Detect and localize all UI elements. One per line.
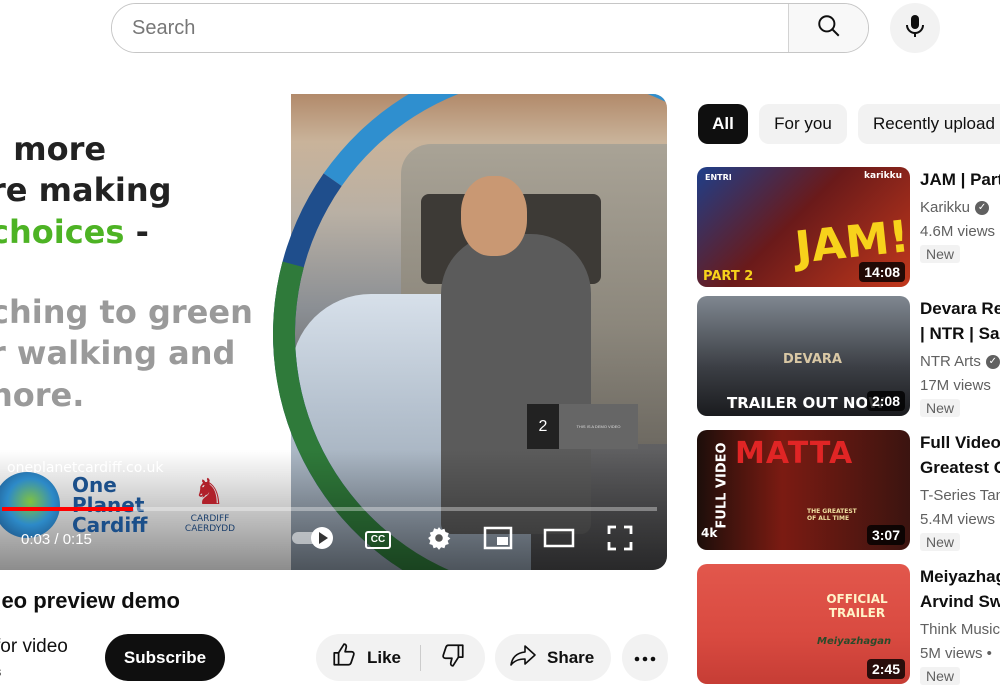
new-badge: New (920, 667, 961, 685)
fullscreen-icon (607, 525, 633, 556)
youtube-watch-page: . more re making choices - ching to gree… (0, 0, 1000, 700)
slide-line-2: re making (0, 171, 172, 209)
settings-button[interactable] (424, 524, 454, 556)
thumb-bottom-text: TRAILER OUT NOW (727, 394, 885, 412)
chip-all[interactable]: All (698, 104, 748, 144)
recommendation-item[interactable]: DEVARA TRAILER OUT NOW 2:08 Devara Re | N… (697, 296, 1000, 417)
channel-name[interactable]: for video (0, 636, 68, 658)
like-dislike-group: Like (316, 634, 485, 681)
new-badge: New (920, 399, 961, 417)
miniplayer-button[interactable] (482, 524, 514, 556)
search-input[interactable] (112, 4, 788, 52)
recommendation-views: 5.4M views (920, 511, 996, 528)
verified-icon: ✓ (975, 200, 990, 215)
duration-badge: 3:07 (866, 525, 905, 545)
dislike-button[interactable] (421, 634, 485, 681)
more-horizontal-icon (634, 649, 656, 667)
time-display: 0:03 / 0:15 (21, 531, 92, 548)
subscribe-button[interactable]: Subscribe (105, 634, 225, 681)
video-player[interactable]: . more re making choices - ching to gree… (0, 94, 667, 570)
recommendation-item[interactable]: FULL VIDEO MATTA THE GREATEST OF ALL TIM… (697, 430, 1000, 551)
theater-mode-icon (543, 528, 575, 553)
thumb-title-text: MATTA (735, 436, 854, 471)
welsh-dragon-icon: ♞ (192, 471, 226, 512)
play-icon (290, 526, 336, 555)
thumb-subtitle-text: Meiyazhagan (817, 636, 892, 647)
recommendation-thumbnail[interactable]: ENTRI karikku JAM! PART 2 14:08 (697, 167, 910, 287)
like-button[interactable]: Like (316, 634, 420, 681)
thumb-title-text: DEVARA (783, 352, 842, 367)
closed-captions-icon: CC (365, 531, 391, 549)
seek-preview: 2 THIS IS A DEMO VIDEO (527, 404, 638, 449)
thumb-4k-text: 4k (701, 526, 718, 540)
recommendation-views: 17M views (920, 377, 991, 394)
recommendation-views: 4.6M views (920, 223, 996, 240)
verified-icon: ✓ (985, 354, 1000, 369)
like-label: Like (367, 647, 402, 667)
recommendation-title[interactable]: JAM | Part (920, 167, 1000, 192)
recommendation-channel[interactable]: T-Series Tam (920, 487, 1000, 504)
recommendation-title[interactable]: Meiyazhag Arvind Sw (920, 564, 1000, 614)
recommendation-channel[interactable]: Karikku ✓ (920, 199, 990, 216)
video-title: deo preview demo (0, 588, 180, 613)
recommendation-channel[interactable]: Think Music (920, 621, 1000, 638)
captions-button[interactable]: CC (363, 524, 393, 556)
council-logo-text: CARDIFF CAERDYDD (184, 514, 236, 534)
search-icon (816, 13, 842, 44)
recommendation-channel[interactable]: NTR Arts ✓ (920, 353, 1000, 370)
chip-for-you[interactable]: For you (759, 104, 847, 144)
more-actions-button[interactable] (622, 634, 668, 681)
thumb-tag-text: karikku (864, 171, 902, 181)
slide-line-5: r walking and (0, 334, 236, 372)
search-bar (111, 3, 869, 53)
share-icon (509, 643, 537, 672)
preview-thumbnail: THIS IS A DEMO VIDEO (559, 404, 638, 449)
slide-line-6: nore. (0, 376, 85, 414)
progress-fill (2, 507, 133, 511)
share-label: Share (547, 647, 595, 667)
recommendation-thumbnail[interactable]: FULL VIDEO MATTA THE GREATEST OF ALL TIM… (697, 430, 910, 550)
thumb-side-text: FULL VIDEO (714, 442, 730, 529)
slide-line-1: . more (0, 130, 107, 168)
fullscreen-button[interactable] (605, 524, 635, 556)
preview-number: 2 (527, 404, 559, 449)
duration-badge: 2:08 (866, 391, 905, 411)
duration-badge: 14:08 (859, 262, 905, 282)
recommendation-item[interactable]: ENTRI karikku JAM! PART 2 14:08 JAM | Pa… (697, 167, 1000, 287)
thumbs-up-icon (331, 642, 357, 673)
recommendation-thumbnail[interactable]: OFFICIAL TRAILER Meiyazhagan 2:45 (697, 564, 910, 684)
recommendation-item[interactable]: OFFICIAL TRAILER Meiyazhagan 2:45 Meiyaz… (697, 564, 1000, 685)
duration-badge: 2:45 (866, 659, 905, 679)
search-button[interactable] (788, 4, 868, 52)
recommendation-title[interactable]: Devara Re | NTR | Sai (920, 296, 1000, 346)
recommendation-views: 5M views • (920, 645, 992, 662)
autoplay-toggle[interactable] (290, 524, 336, 556)
subscriber-count: s (0, 664, 2, 679)
recommendation-title[interactable]: Full Video Greatest O (920, 430, 1000, 480)
slide-line-4: ching to green (0, 293, 253, 331)
miniplayer-icon (483, 526, 513, 555)
thumb-part-text: PART 2 (703, 269, 754, 284)
thumb-subtitle-text: THE GREATEST OF ALL TIME (807, 508, 857, 522)
share-button[interactable]: Share (495, 634, 611, 681)
one-planet-logo-text: One Planet Cardiff (72, 473, 148, 537)
thumbs-down-icon (440, 642, 466, 673)
new-badge: New (920, 245, 961, 263)
microphone-icon (904, 14, 926, 43)
voice-search-button[interactable] (890, 3, 940, 53)
theater-mode-button[interactable] (542, 524, 576, 556)
progress-bar[interactable] (2, 507, 657, 511)
recommendation-thumbnail[interactable]: DEVARA TRAILER OUT NOW 2:08 (697, 296, 910, 416)
thumb-title-text: OFFICIAL TRAILER (826, 592, 888, 620)
new-badge: New (920, 533, 961, 551)
chip-recently-uploaded[interactable]: Recently upload (858, 104, 1000, 144)
gear-icon (426, 525, 452, 556)
thumb-brand-text: ENTRI (705, 173, 732, 182)
slide-line-3: choices - (0, 213, 149, 251)
